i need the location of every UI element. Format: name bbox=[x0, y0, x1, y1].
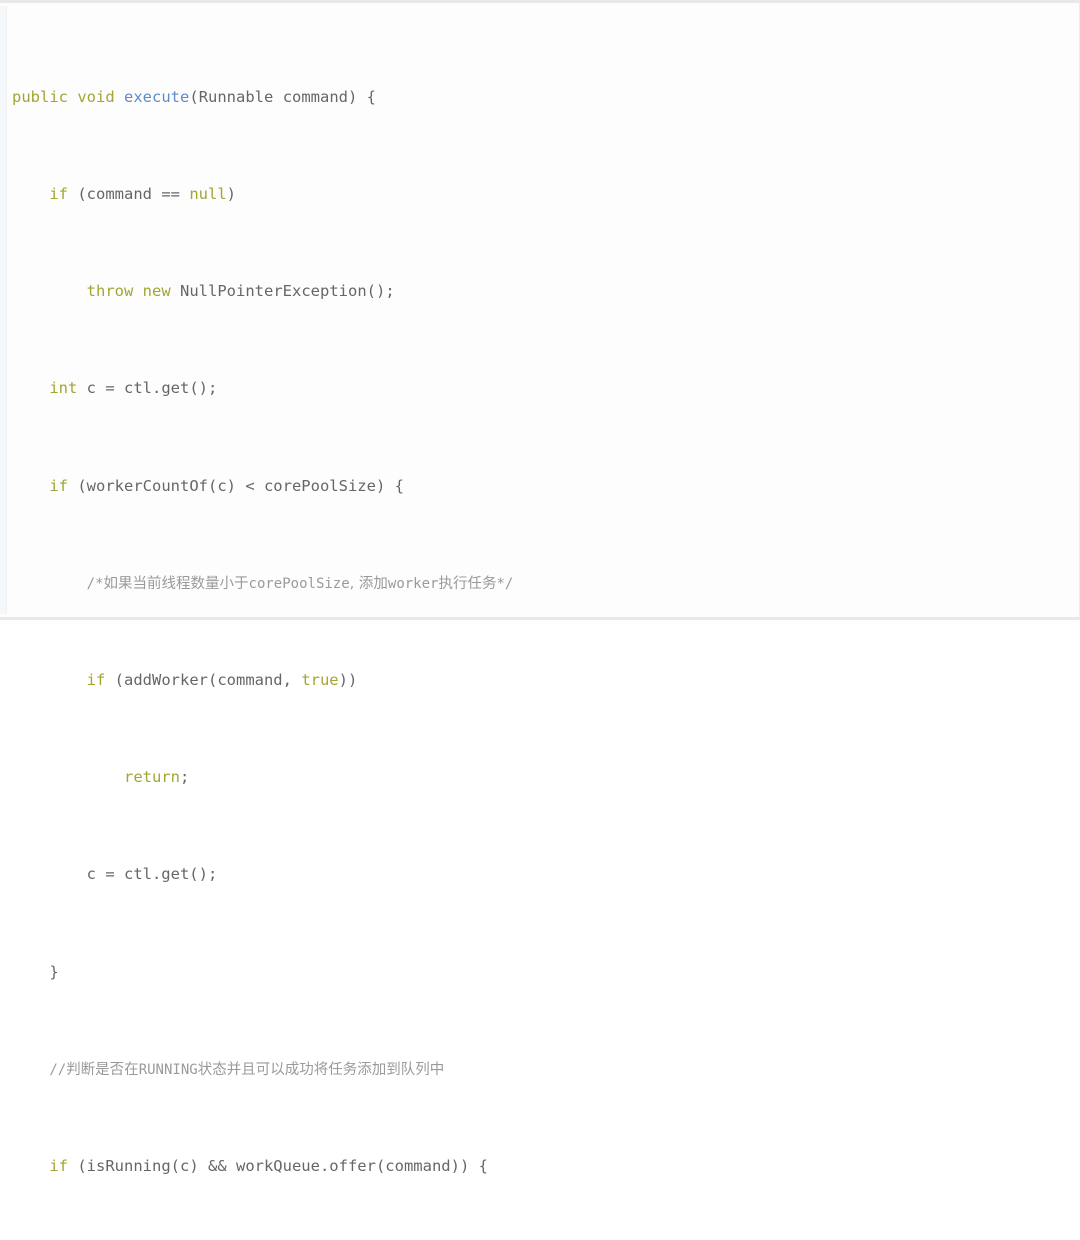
code-line: } bbox=[49, 962, 59, 981]
code-line: if (workerCountOf(c) < corePoolSize) { bbox=[49, 476, 404, 495]
code-line: if (addWorker(command, true)) bbox=[86, 671, 358, 690]
code-comment-line: /*如果当前线程数量小于corePoolSize, 添加worker执行任务*/ bbox=[86, 575, 514, 592]
code-comment-line: //判断是否在RUNNING状态并且可以成功将任务添加到队列中 bbox=[49, 1061, 445, 1078]
code-line: return; bbox=[123, 768, 190, 787]
code-line: c = ctl.get(); bbox=[86, 865, 218, 884]
code-line: public void execute(Runnable command) { bbox=[12, 87, 377, 106]
code-line: if (isRunning(c) && workQueue.offer(comm… bbox=[49, 1156, 488, 1175]
code-block-card: public void execute(Runnable command) { … bbox=[0, 0, 1080, 1175]
code-line: throw new NullPointerException(); bbox=[86, 282, 395, 301]
code-line: if (command == null) bbox=[49, 185, 236, 204]
code-line: int c = ctl.get(); bbox=[49, 379, 218, 398]
code-content[interactable]: public void execute(Runnable command) { … bbox=[0, 12, 1079, 1240]
